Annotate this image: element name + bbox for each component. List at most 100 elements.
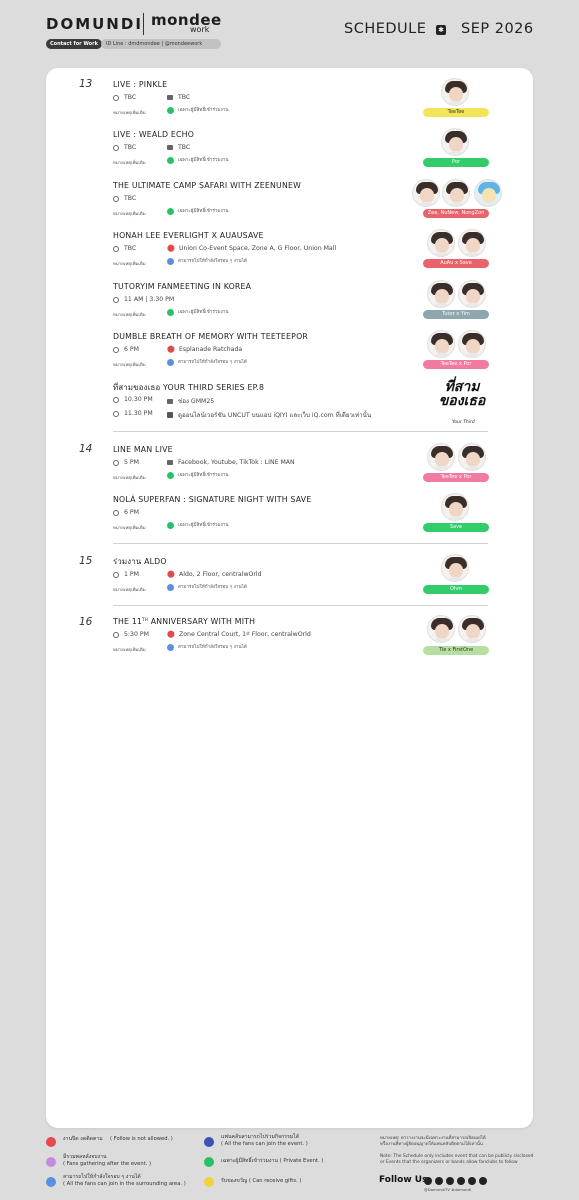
line-id: ID Line : dmdmondee | @mondeework bbox=[101, 39, 221, 49]
artist-badge: TeeTee x Por bbox=[423, 360, 489, 369]
event-title: LINE MAN LIVE bbox=[113, 445, 173, 454]
schedule-title: SCHEDULE bbox=[344, 21, 427, 37]
event-note: เฉพาะผู้มีสิทธิ์เข้าร่วมงาน bbox=[167, 309, 228, 316]
schedule-card bbox=[46, 68, 533, 1128]
note-label: หมายเหตุเพิ่มเติม bbox=[113, 588, 146, 593]
event-time: TBC bbox=[113, 245, 136, 252]
thumbs-up-icon bbox=[167, 258, 174, 265]
tiktok-icon[interactable] bbox=[479, 1177, 487, 1185]
artist-badge: Zee, NuNew, NongZon bbox=[423, 209, 489, 218]
mondee-logo: mondee bbox=[151, 11, 222, 29]
contact-label: Contact for Work bbox=[46, 39, 102, 49]
event-note: สามารถไปให้กำลังใจรอบ ๆ งานได้ bbox=[167, 359, 247, 366]
avatar bbox=[427, 330, 455, 358]
event-place: TBC bbox=[167, 94, 190, 101]
private-icon bbox=[167, 522, 174, 529]
avatar bbox=[427, 229, 455, 257]
gift-icon bbox=[204, 1177, 214, 1187]
tv-icon bbox=[167, 460, 173, 465]
day-divider bbox=[113, 431, 488, 432]
artist-badge: Tutor x Yim bbox=[423, 310, 489, 319]
legend-item-en: ( Follow is not allowed. ) bbox=[110, 1136, 173, 1142]
clock-icon bbox=[113, 346, 119, 353]
private-icon bbox=[167, 472, 174, 479]
event-note: เฉพาะผู้มีสิทธิ์เข้าร่วมงาน bbox=[167, 208, 228, 215]
location-pin-icon: ⬤ bbox=[167, 244, 175, 252]
clock-icon bbox=[113, 410, 119, 417]
tv-icon bbox=[167, 398, 173, 404]
avatar bbox=[441, 493, 469, 521]
event-title: NOLÁ SUPERFAN : SIGNATURE NIGHT WITH SAV… bbox=[113, 495, 312, 504]
event-title: ที่สามของเธอ YOUR THIRD SERIES EP.8 bbox=[113, 383, 265, 392]
thumbs-up-icon bbox=[167, 359, 174, 366]
facebook-icon[interactable] bbox=[457, 1177, 465, 1185]
avatar bbox=[441, 78, 469, 106]
artist-badge: Ohm bbox=[423, 585, 489, 594]
legend-item: รับของขวัญ ( Can receive gifts. ) bbox=[221, 1178, 302, 1184]
logo-divider bbox=[143, 13, 144, 35]
note-label: หมายเหตุเพิ่มเติม bbox=[113, 161, 146, 166]
artist-badge: Save bbox=[423, 523, 489, 532]
event-note: เฉพาะผู้มีสิทธิ์เข้าร่วมงาน bbox=[167, 157, 228, 164]
clock-icon bbox=[113, 144, 119, 151]
thumbs-up-icon bbox=[46, 1177, 56, 1187]
legend-item: แฟนคลับสามารถไปร่วมกิจกรรมได้( All the f… bbox=[221, 1134, 308, 1147]
instagram-icon[interactable] bbox=[424, 1177, 432, 1185]
note-label: หมายเหตุเพิ่มเติม bbox=[113, 476, 146, 481]
clock-icon bbox=[113, 94, 119, 101]
event-time: TBC bbox=[113, 144, 136, 151]
streaming-icon bbox=[167, 412, 173, 418]
note-label: หมายเหตุเพิ่มเติม bbox=[113, 648, 146, 653]
event-time: 5 PM bbox=[113, 459, 139, 466]
clock-icon bbox=[113, 459, 119, 466]
event-title: THE 11TH ANNIVERSARY WITH MITH bbox=[113, 617, 256, 626]
note-label: หมายเหตุเพิ่มเติม bbox=[113, 212, 146, 217]
event-time: 6 PM bbox=[113, 346, 139, 353]
artist-badge: Por bbox=[423, 158, 489, 167]
event-place: ⬤ Union Co-Event Space, Zone A, G Floor, … bbox=[167, 244, 337, 253]
event-time: 10.30 PM bbox=[113, 396, 153, 403]
event-note: สามารถไปให้กำลังใจรอบ ๆ งานได้ bbox=[167, 258, 247, 265]
social-handle: @DomundiTV #domundi bbox=[424, 1187, 472, 1192]
event-note: สามารถไปให้กำลังใจรอบ ๆ งานได้ bbox=[167, 584, 247, 591]
private-icon bbox=[167, 208, 174, 215]
no-entry-icon bbox=[46, 1137, 56, 1147]
x-icon[interactable] bbox=[435, 1177, 443, 1185]
event-time: 11 AM | 3.30 PM bbox=[113, 296, 174, 303]
note-th: หมายเหตุ: ตารางงานจะมีเฉพาะงานที่สามารถเ… bbox=[380, 1136, 486, 1147]
group-icon bbox=[204, 1137, 214, 1147]
legend-item: งานปิด งดติดตาม bbox=[63, 1136, 103, 1142]
clock-icon bbox=[113, 296, 119, 303]
note-label: หมายเหตุเพิ่มเติม bbox=[113, 111, 146, 116]
mascot-avatar bbox=[474, 179, 502, 207]
day-number: 14 bbox=[79, 443, 93, 455]
note-label: หมายเหตุเพิ่มเติม bbox=[113, 363, 146, 368]
mondee-logo-sub: work bbox=[190, 25, 210, 34]
series-logo-sub: Your Third bbox=[452, 420, 475, 425]
event-place: ⬤ Esplanade Ratchada bbox=[167, 345, 243, 354]
avatar bbox=[427, 443, 455, 471]
header: DOMUNDI mondee work Contact for Work ID … bbox=[0, 0, 579, 62]
event-place: ช่อง GMM25 bbox=[167, 396, 214, 406]
event-time: 1 PM bbox=[113, 571, 139, 578]
event-place: ⬤ Zone Central Court, 1st Floor, centralw… bbox=[167, 630, 311, 639]
legend-item: สามารถไปให้กำลังใจรอบ ๆ งานได้( All the … bbox=[63, 1174, 186, 1187]
event-place: ⬤ Aldo, 2 Floor, centralwOrld bbox=[167, 570, 262, 579]
event-note: เฉพาะผู้มีสิทธิ์เข้าร่วมงาน bbox=[167, 522, 228, 529]
youtube-icon[interactable] bbox=[446, 1177, 454, 1185]
gathering-icon bbox=[46, 1157, 56, 1167]
day-divider bbox=[113, 605, 488, 606]
follow-us-label: Follow Us bbox=[379, 1175, 428, 1185]
event-time: 5:30 PM bbox=[113, 631, 149, 638]
line-icon[interactable] bbox=[468, 1177, 476, 1185]
day-number: 13 bbox=[79, 78, 93, 90]
location-pin-icon: ⬤ bbox=[167, 345, 175, 353]
private-icon bbox=[167, 309, 174, 316]
event-title: TUTORYIM FANMEETING IN KOREA bbox=[113, 282, 252, 291]
event-note: เฉพาะผู้มีสิทธิ์เข้าร่วมงาน bbox=[167, 472, 228, 479]
schedule-month: SEP 2026 bbox=[461, 21, 534, 37]
note-en: Note: The Schedule only includes event t… bbox=[380, 1154, 534, 1165]
avatar bbox=[441, 554, 469, 582]
avatar bbox=[427, 280, 455, 308]
day-divider bbox=[113, 543, 488, 544]
